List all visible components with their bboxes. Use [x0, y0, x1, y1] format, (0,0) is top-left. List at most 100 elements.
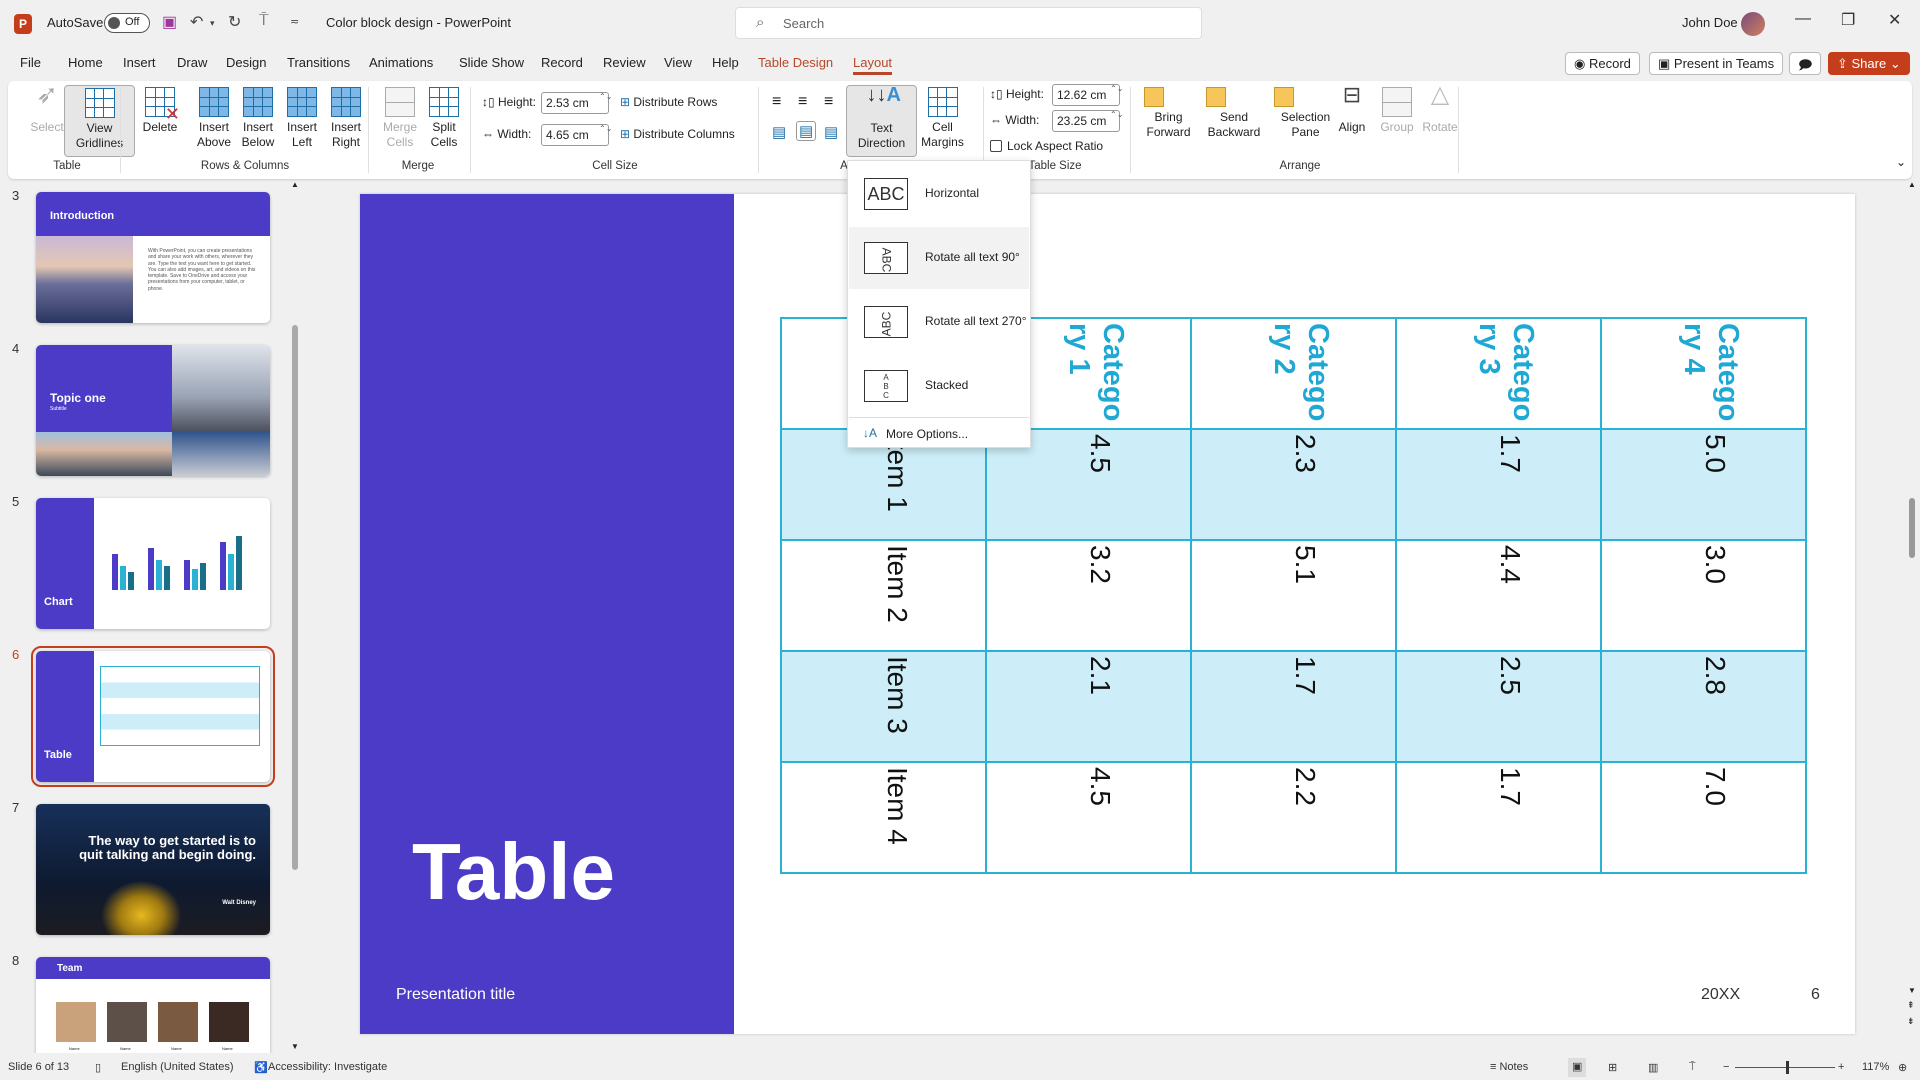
align-bottom-icon[interactable]: ▤: [824, 123, 838, 141]
value-cell[interactable]: 5.0: [1600, 428, 1807, 541]
tab-home[interactable]: Home: [68, 55, 103, 70]
align-left-icon[interactable]: ≡: [772, 93, 781, 111]
presentation-title[interactable]: Presentation title: [396, 986, 515, 1004]
menu-item-horizontal[interactable]: ABC Horizontal: [849, 163, 1029, 225]
slide-thumbnail-8[interactable]: Team Name Name Name Name: [36, 957, 270, 1053]
lock-aspect-ratio-checkbox[interactable]: Lock Aspect Ratio: [990, 139, 1103, 153]
value-cell[interactable]: 4.4: [1395, 539, 1602, 652]
reading-view-icon[interactable]: ▥: [1648, 1061, 1658, 1074]
collapse-ribbon-icon[interactable]: ⌄: [1896, 155, 1906, 169]
tab-record[interactable]: Record: [541, 55, 583, 70]
tab-layout[interactable]: Layout: [853, 55, 893, 75]
menu-item-stacked[interactable]: A B C Stacked: [849, 355, 1029, 417]
comments-button[interactable]: 🗩: [1789, 52, 1822, 75]
value-cell[interactable]: 1.7: [1190, 650, 1397, 763]
align-right-icon[interactable]: ≡: [824, 93, 833, 111]
slide-title[interactable]: Table: [412, 826, 615, 918]
value-cell[interactable]: 5.1: [1190, 539, 1397, 652]
menu-item-more-options[interactable]: ↓A More Options...: [849, 419, 1029, 447]
undo-icon[interactable]: ↶: [190, 12, 203, 32]
value-cell[interactable]: 3.2: [985, 539, 1192, 652]
zoom-in-icon[interactable]: +: [1838, 1061, 1844, 1073]
slide-thumbnail-6[interactable]: Table: [31, 646, 275, 787]
tab-insert[interactable]: Insert: [123, 55, 156, 70]
tab-animations[interactable]: Animations: [369, 55, 433, 70]
tab-draw[interactable]: Draw: [177, 55, 207, 70]
header-cell[interactable]: Category 2: [1190, 317, 1397, 430]
undo-dropdown-icon[interactable]: ▾: [210, 18, 215, 29]
minimize-icon[interactable]: —: [1795, 10, 1811, 28]
slide-thumbnail-7[interactable]: The way to get started is to quit talkin…: [36, 804, 270, 935]
restore-icon[interactable]: ❐: [1841, 10, 1855, 30]
cell-height-input[interactable]: 2.53 cm: [541, 92, 609, 114]
tab-slide-show[interactable]: Slide Show: [459, 55, 524, 70]
value-cell[interactable]: 4.5: [985, 761, 1192, 874]
slide-thumbnail-3[interactable]: Introduction With PowerPoint, you can cr…: [36, 192, 270, 323]
header-cell[interactable]: Category 3: [1395, 317, 1602, 430]
distribute-columns-button[interactable]: ⊞ Distribute Columns: [620, 127, 735, 141]
tab-help[interactable]: Help: [712, 55, 739, 70]
slide-show-icon[interactable]: ⍑: [1689, 1061, 1696, 1074]
value-cell[interactable]: 2.2: [1190, 761, 1397, 874]
insert-left-button[interactable]: Insert Left: [277, 85, 327, 157]
spelling-icon[interactable]: ▯: [95, 1061, 101, 1074]
row-label-cell[interactable]: Item 2: [780, 539, 987, 652]
slide-date[interactable]: 20XX: [1701, 986, 1740, 1004]
scroll-up-icon[interactable]: ▲: [1908, 180, 1916, 189]
notes-button[interactable]: ≡ Notes: [1490, 1061, 1528, 1073]
view-gridlines-button[interactable]: View Gridlines: [64, 85, 135, 157]
normal-view-icon[interactable]: ▣: [1568, 1058, 1587, 1077]
table-width-input[interactable]: 23.25 cm: [1052, 110, 1120, 132]
value-cell[interactable]: 1.7: [1395, 428, 1602, 541]
value-cell[interactable]: 2.5: [1395, 650, 1602, 763]
scroll-down-icon[interactable]: ▼: [291, 1042, 299, 1051]
user-name[interactable]: John Doe: [1682, 15, 1738, 30]
avatar[interactable]: [1741, 12, 1765, 36]
insert-above-button[interactable]: Insert Above: [189, 85, 239, 157]
align-top-icon[interactable]: ▤: [772, 123, 786, 141]
menu-item-rotate-90[interactable]: ABC Rotate all text 90°: [849, 227, 1029, 289]
accessibility-status[interactable]: Accessibility: Investigate: [268, 1061, 387, 1073]
slide-page-number[interactable]: 6: [1811, 986, 1820, 1004]
row-label-cell[interactable]: Item 3: [780, 650, 987, 763]
row-label-cell[interactable]: Item 4: [780, 761, 987, 874]
slide-thumbnail-5[interactable]: Chart: [36, 498, 270, 629]
value-cell[interactable]: 2.3: [1190, 428, 1397, 541]
search-input[interactable]: Search: [783, 16, 824, 31]
group-button[interactable]: Group: [1375, 85, 1419, 157]
tab-file[interactable]: File: [20, 55, 41, 70]
align-button[interactable]: ⊟ Align: [1330, 84, 1374, 157]
value-cell[interactable]: 2.8: [1600, 650, 1807, 763]
cell-width-input[interactable]: 4.65 cm: [541, 124, 609, 146]
insert-right-button[interactable]: Insert Right: [321, 85, 371, 157]
value-cell[interactable]: 2.1: [985, 650, 1192, 763]
cell-margins-button[interactable]: Cell Margins: [914, 85, 971, 157]
distribute-rows-button[interactable]: ⊞ Distribute Rows: [620, 95, 717, 109]
thumbnail-scrollbar[interactable]: ▲ ▼: [290, 180, 300, 1053]
scroll-down-icon[interactable]: ▼: [1908, 986, 1916, 995]
menu-item-rotate-270[interactable]: ABC Rotate all text 270°: [849, 291, 1029, 353]
value-cell[interactable]: 7.0: [1600, 761, 1807, 874]
scroll-up-icon[interactable]: ▲: [291, 180, 299, 189]
split-cells-button[interactable]: Split Cells: [422, 85, 466, 157]
redo-icon[interactable]: ↻: [228, 12, 241, 32]
fit-to-window-icon[interactable]: ⊕: [1898, 1061, 1907, 1074]
header-cell[interactable]: Category 4: [1600, 317, 1807, 430]
delete-button[interactable]: ✕ Delete: [135, 85, 185, 157]
slide-scrollbar[interactable]: ▲ ▼ ⇞ ⇟: [1905, 180, 1920, 1053]
text-direction-button[interactable]: ↓↓A Text Direction: [846, 85, 917, 157]
tab-review[interactable]: Review: [603, 55, 646, 70]
zoom-out-icon[interactable]: −: [1723, 1061, 1729, 1073]
merge-cells-button[interactable]: Merge Cells: [378, 85, 422, 157]
align-middle-icon[interactable]: ▤: [796, 121, 817, 141]
present-from-start-icon[interactable]: ⍑: [259, 12, 269, 30]
tab-transitions[interactable]: Transitions: [287, 55, 350, 70]
slide-sorter-icon[interactable]: ⊞: [1608, 1061, 1617, 1074]
slide-thumbnail-4[interactable]: Topic one Subtitle: [36, 345, 270, 476]
value-cell[interactable]: 1.7: [1395, 761, 1602, 874]
share-button[interactable]: ⇪ Share ⌄: [1828, 52, 1910, 75]
tab-view[interactable]: View: [664, 55, 692, 70]
tab-table-design[interactable]: Table Design: [758, 55, 833, 70]
table-height-input[interactable]: 12.62 cm: [1052, 84, 1120, 106]
search-box[interactable]: ⌕ Search: [735, 7, 1202, 39]
